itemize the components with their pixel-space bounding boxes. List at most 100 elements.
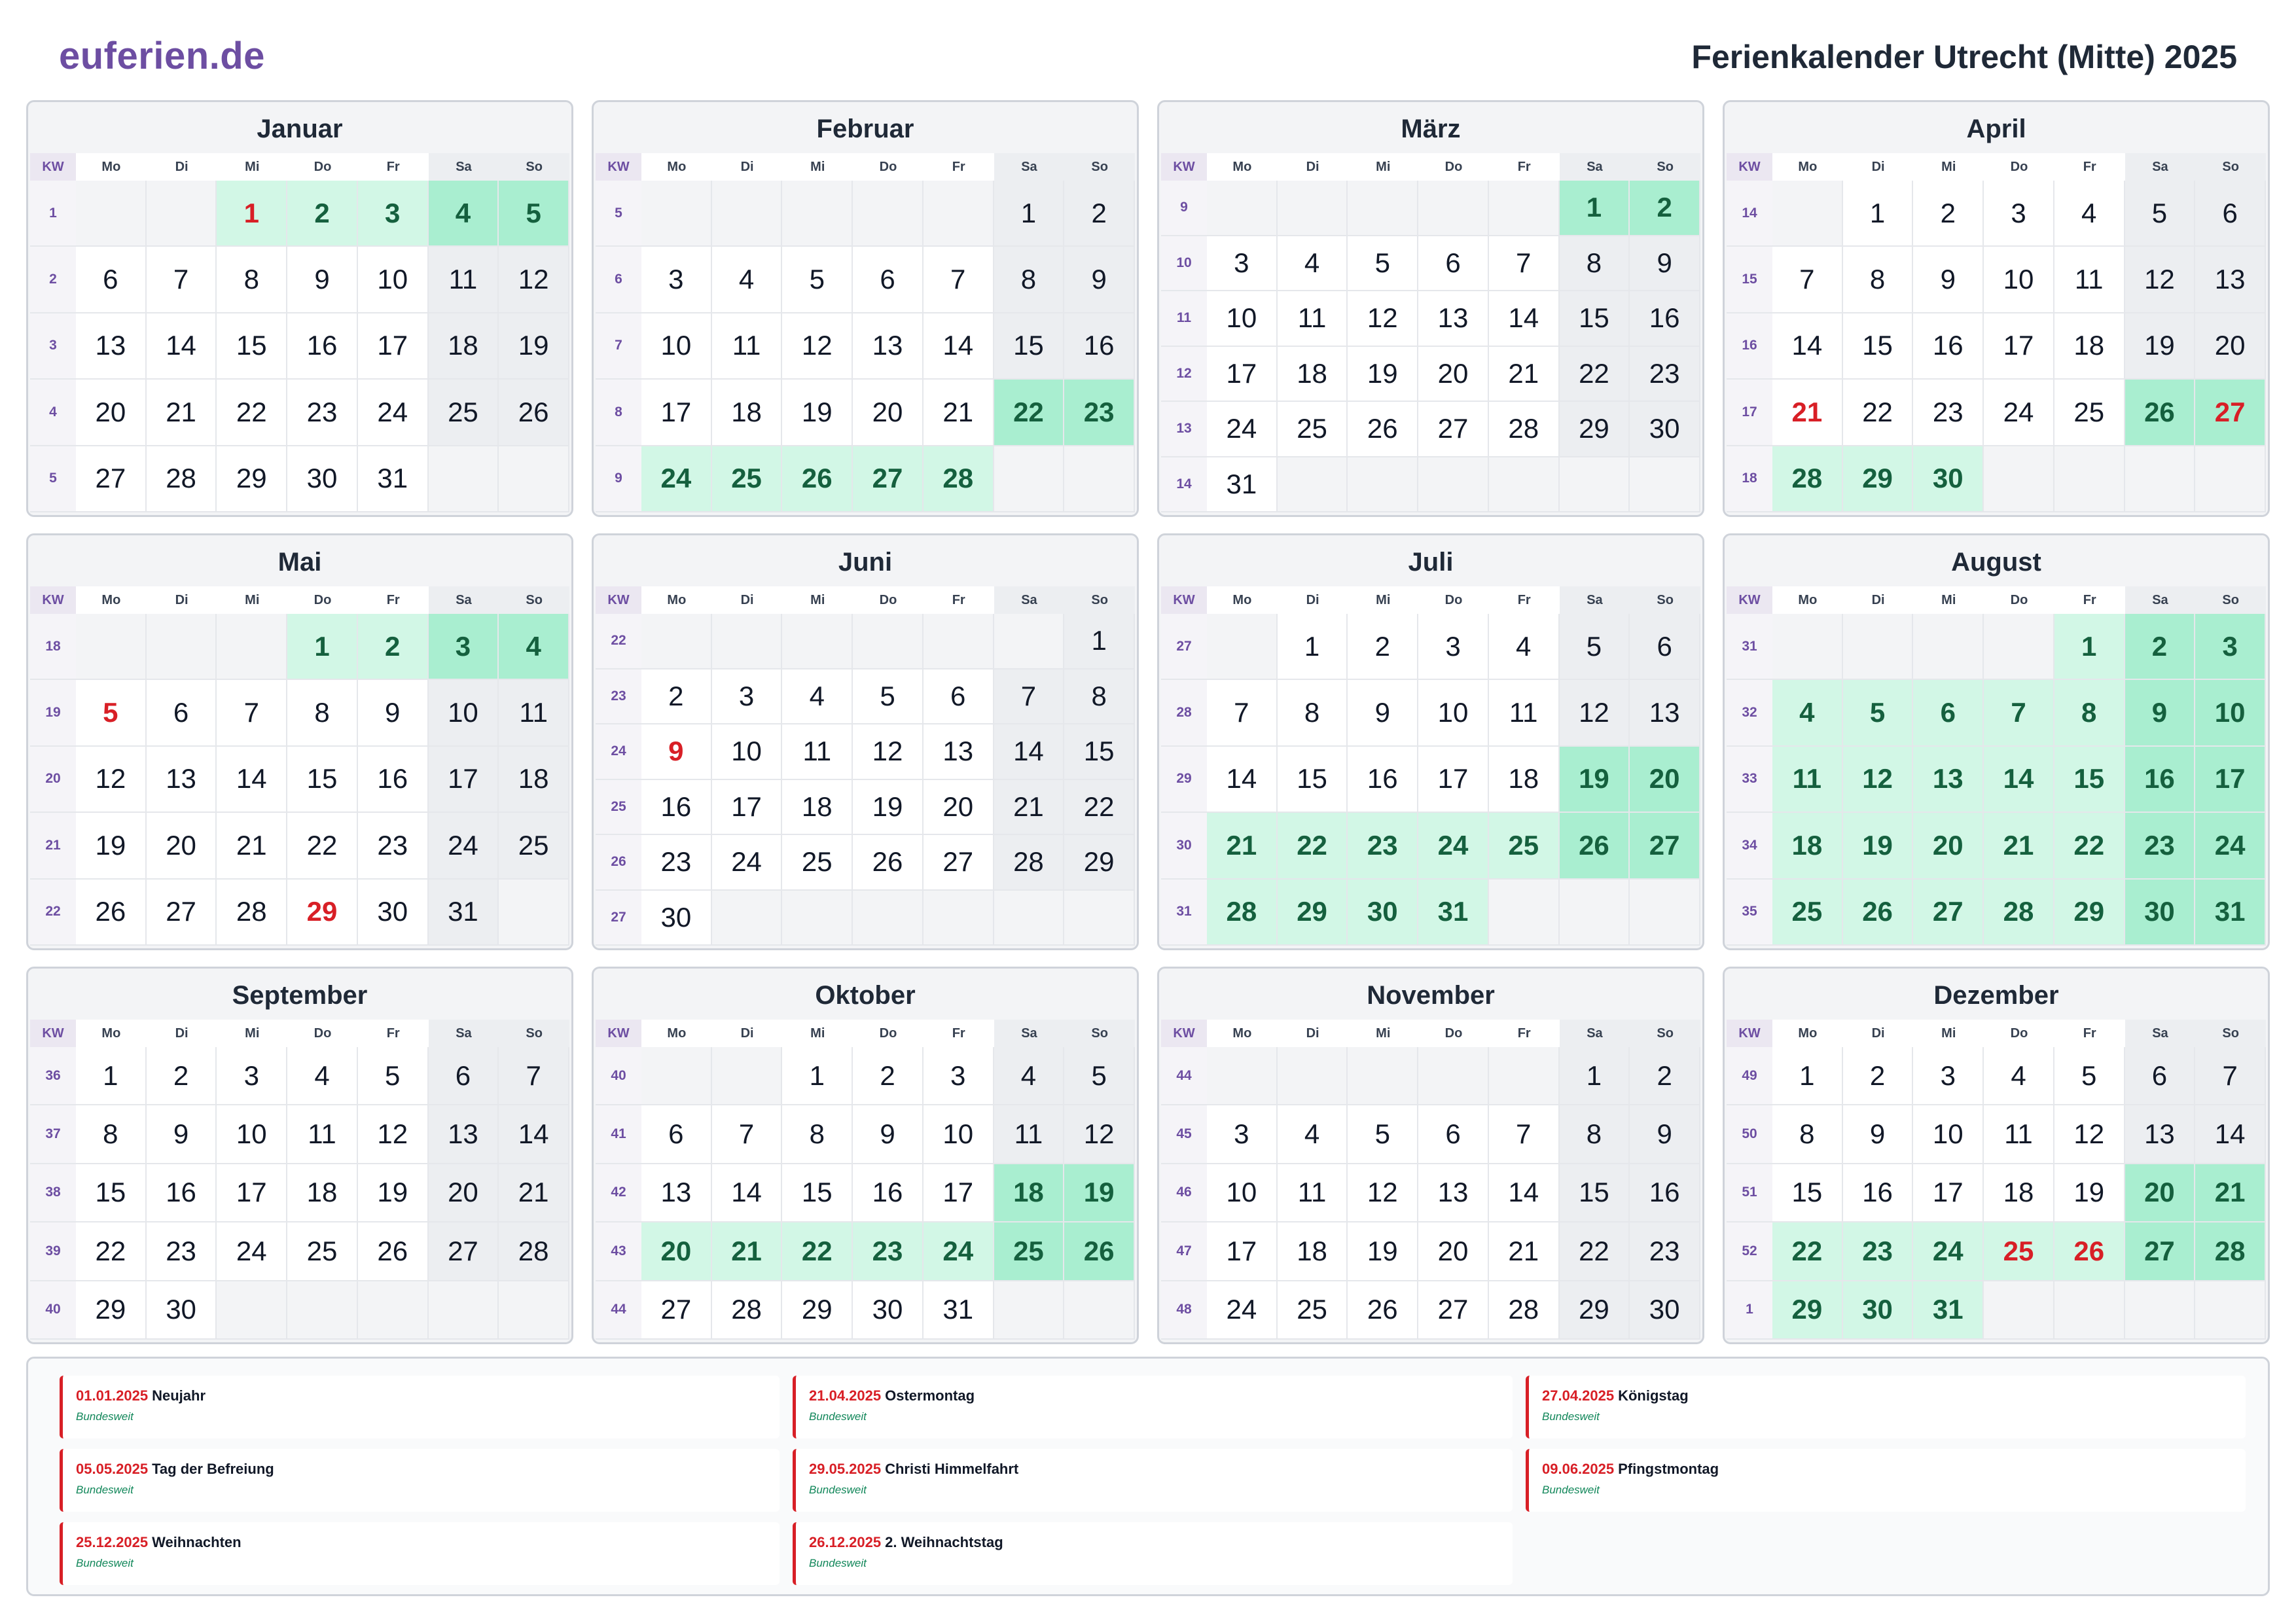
weekday-header: Fr xyxy=(923,153,994,182)
weekday-header: So xyxy=(1630,1020,1700,1048)
weekday-header: Sa xyxy=(994,1020,1065,1048)
empty-day-cell xyxy=(146,181,217,247)
day-cell: 16 xyxy=(287,313,358,380)
week-number: 22 xyxy=(596,614,641,669)
month-calendar: November KW Mo Di Mi Do Fr Sa So 44 1 2 45 3 4 5 6 7 8 9 46 1… xyxy=(1157,967,1704,1344)
weekday-header: Do xyxy=(287,586,358,615)
week-number: 4 xyxy=(30,380,76,446)
day-cell: 4 xyxy=(2054,181,2125,247)
day-cell: 20 xyxy=(428,1164,499,1223)
holiday-name: Tag der Befreiung xyxy=(152,1461,274,1477)
weekday-header: Fr xyxy=(2054,586,2125,615)
day-cell: 19 xyxy=(1348,346,1419,402)
vacation-day-cell: 12 xyxy=(1842,746,1914,813)
day-cell: 15 xyxy=(76,1164,147,1223)
day-cell: 14 xyxy=(994,724,1065,780)
weekday-header: Sa xyxy=(1559,153,1630,182)
day-cell: 30 xyxy=(357,879,429,946)
day-cell: 12 xyxy=(1348,1164,1419,1223)
month-grid: KW Mo Di Mi Do Fr Sa So 1 1 2 3 4 5 2 6 7 8 9 10 11 12 3 13 14 15… xyxy=(30,153,569,512)
week-number: 24 xyxy=(596,724,641,780)
vacation-day-cell: 5 xyxy=(1842,680,1914,747)
week-number: 22 xyxy=(30,879,76,946)
vacation-day-cell: 9 xyxy=(2125,680,2196,747)
week-number: 41 xyxy=(596,1105,641,1164)
weekday-header: Mi xyxy=(1913,153,1984,182)
holiday-day-cell: 21 xyxy=(1772,380,1843,446)
day-cell: 27 xyxy=(146,879,217,946)
vacation-day-cell: 31 xyxy=(1418,879,1489,946)
empty-day-cell xyxy=(1488,879,1560,946)
weekday-header: Mo xyxy=(641,1020,712,1048)
vacation-day-cell: 31 xyxy=(2195,879,2266,946)
weekday-header: Do xyxy=(287,1020,358,1048)
day-cell: 19 xyxy=(357,1164,429,1223)
weekday-header: Do xyxy=(1418,153,1489,182)
week-number: 14 xyxy=(1161,457,1207,512)
months-grid: Januar KW Mo Di Mi Do Fr Sa So 1 1 2 3 4 5 2 6 7 8 9 10 11 12 3… xyxy=(26,100,2270,1344)
week-number: 15 xyxy=(1727,247,1772,313)
day-cell: 1 xyxy=(76,1047,147,1106)
empty-day-cell xyxy=(994,446,1065,512)
day-cell: 8 xyxy=(1842,247,1914,313)
day-cell: 18 xyxy=(2054,313,2125,380)
empty-day-cell xyxy=(217,1281,288,1340)
empty-day-cell xyxy=(1064,446,1135,512)
week-number-header: KW xyxy=(1727,153,1772,182)
day-cell: 21 xyxy=(499,1164,569,1223)
weekday-header: Fr xyxy=(923,586,994,615)
day-cell: 7 xyxy=(711,1105,783,1164)
day-cell: 23 xyxy=(1913,380,1984,446)
vacation-day-cell: 23 xyxy=(1348,813,1419,880)
month-title: Januar xyxy=(257,115,343,143)
day-cell: 14 xyxy=(1488,291,1560,347)
week-number: 9 xyxy=(596,446,641,512)
weekday-header: Fr xyxy=(357,153,429,182)
month-grid: KW Mo Di Mi Do Fr Sa So 9 1 2 10 3 4 5 6 7 8 9 11 10 11 12 13 14… xyxy=(1161,153,1700,512)
vacation-day-cell: 28 xyxy=(1984,879,2054,946)
day-cell: 19 xyxy=(499,313,569,380)
day-cell: 17 xyxy=(428,746,499,813)
vacation-day-cell: 24 xyxy=(2195,813,2266,880)
vacation-day-cell: 2 xyxy=(287,181,358,247)
vacation-day-cell: 3 xyxy=(428,614,499,681)
month-title: September xyxy=(232,981,368,1010)
week-number: 44 xyxy=(596,1281,641,1340)
empty-day-cell xyxy=(923,890,994,946)
day-cell: 14 xyxy=(1488,1164,1560,1223)
day-cell: 26 xyxy=(76,879,147,946)
vacation-day-cell: 7 xyxy=(1984,680,2054,747)
week-number: 47 xyxy=(1161,1222,1207,1281)
weekday-header: Mi xyxy=(782,586,853,615)
holiday-date: 25.12.2025 xyxy=(76,1534,149,1550)
month-title: April xyxy=(1966,115,2026,143)
day-cell: 25 xyxy=(1277,1281,1348,1340)
day-cell: 27 xyxy=(641,1281,712,1340)
day-cell: 4 xyxy=(711,247,783,313)
day-cell: 21 xyxy=(1488,346,1560,402)
month-calendar: September KW Mo Di Mi Do Fr Sa So 36 1 2 3 4 5 6 7 37 8 9 10… xyxy=(26,967,573,1344)
vacation-day-cell: 15 xyxy=(2054,746,2125,813)
empty-day-cell xyxy=(428,1281,499,1340)
day-cell: 25 xyxy=(1277,402,1348,457)
month-title: August xyxy=(1951,548,2041,577)
empty-day-cell xyxy=(1488,1047,1560,1106)
holiday-day-cell: 5 xyxy=(76,680,147,747)
day-cell: 4 xyxy=(994,1047,1065,1106)
holiday-day-cell: 1 xyxy=(217,181,288,247)
vacation-day-cell: 21 xyxy=(2195,1164,2266,1223)
day-cell: 8 xyxy=(1559,1105,1630,1164)
week-number: 6 xyxy=(596,247,641,313)
holiday-scope: Bundesweit xyxy=(76,1410,134,1423)
week-number: 49 xyxy=(1727,1047,1772,1106)
vacation-day-cell: 14 xyxy=(1984,746,2054,813)
empty-day-cell xyxy=(1984,1281,2054,1340)
day-cell: 10 xyxy=(1207,291,1278,347)
day-cell: 26 xyxy=(1348,1281,1419,1340)
day-cell: 11 xyxy=(711,313,783,380)
weekday-header: Di xyxy=(1842,153,1914,182)
weekday-header: Sa xyxy=(994,586,1065,615)
vacation-day-cell: 25 xyxy=(1772,879,1843,946)
day-cell: 1 xyxy=(1842,181,1914,247)
weekday-header: Di xyxy=(711,1020,783,1048)
